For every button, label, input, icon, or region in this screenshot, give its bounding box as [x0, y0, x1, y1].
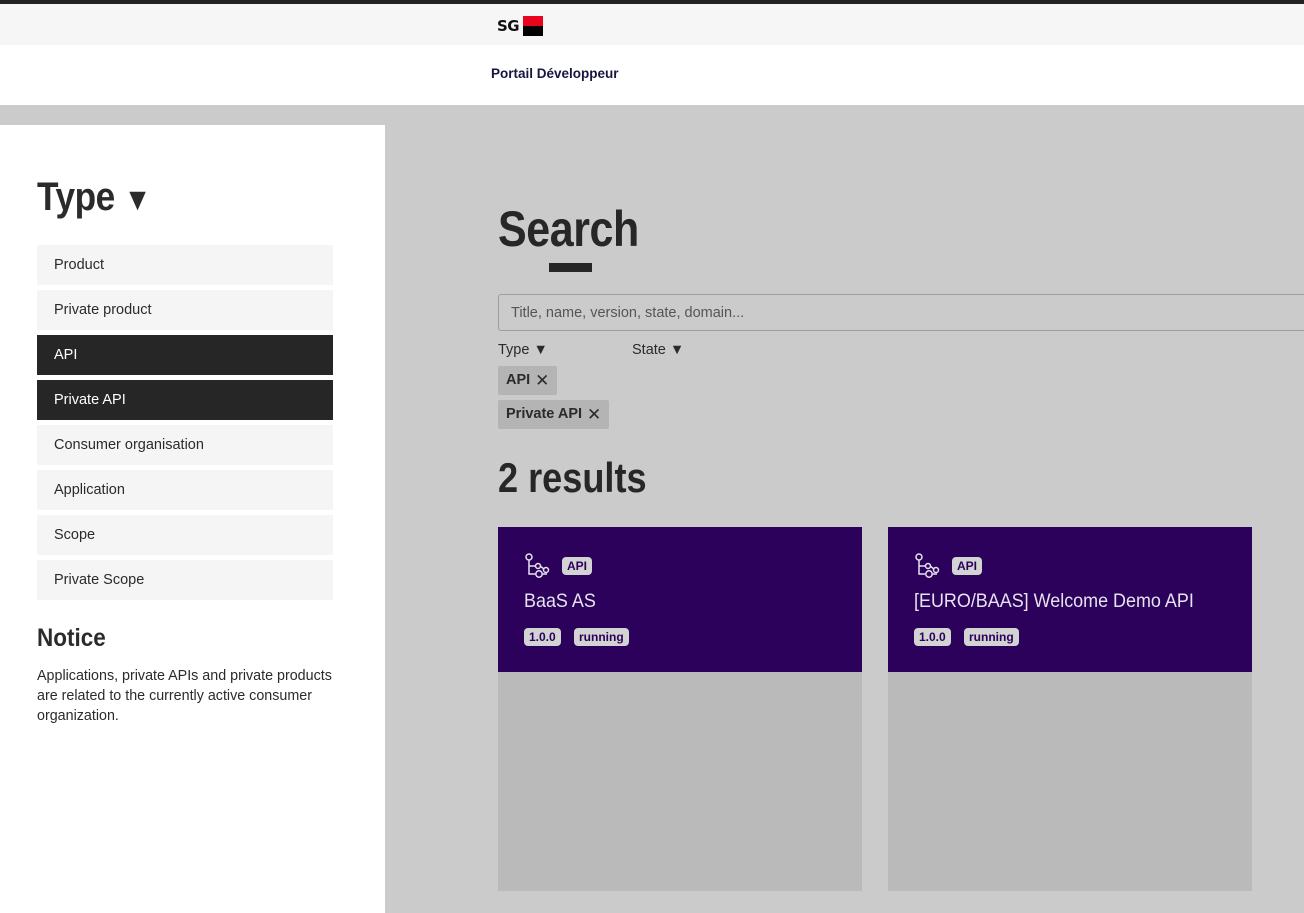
type-list: Product Private product API Private API … — [37, 245, 333, 605]
title-underline — [549, 263, 592, 272]
notice-text: Applications, private APIs and private p… — [37, 668, 332, 724]
type-item-scope[interactable]: Scope — [37, 515, 333, 555]
search-input[interactable] — [498, 294, 1304, 331]
api-network-icon — [525, 553, 550, 578]
status-badge: running — [964, 628, 1019, 646]
type-heading-label: Type — [37, 175, 115, 219]
card-header: API BaaS AS 1.0.0 running — [498, 527, 862, 672]
type-item-api[interactable]: API — [37, 335, 333, 375]
sg-logo[interactable]: SG — [497, 14, 544, 38]
page-title: Search — [498, 201, 639, 257]
close-icon[interactable]: ✕ — [535, 366, 549, 395]
type-item-consumer-organisation[interactable]: Consumer organisation — [37, 425, 333, 465]
type-item-private-product[interactable]: Private product — [37, 290, 333, 330]
card-header: API [EURO/BAAS] Welcome Demo API 1.0.0 r… — [888, 527, 1252, 672]
logo-text: SG — [497, 17, 520, 35]
nav-bar — [0, 45, 1304, 105]
results-count: 2 results — [498, 454, 647, 501]
type-badge: API — [562, 557, 593, 575]
triangle-down-icon: ▼ — [123, 181, 152, 217]
type-heading[interactable]: Type ▼ — [37, 175, 151, 220]
type-item-private-api[interactable]: Private API — [37, 380, 333, 420]
status-badge: running — [574, 628, 629, 646]
version-badge: 1.0.0 — [524, 628, 561, 646]
filter-sidebar: Type ▼ Product Private product API Privat… — [0, 125, 385, 913]
type-item-application[interactable]: Application — [37, 470, 333, 510]
state-filter-toggle[interactable]: State ▼ — [632, 342, 684, 358]
card-title: [EURO/BAAS] Welcome Demo API — [914, 590, 1194, 612]
card-title: BaaS AS — [524, 590, 596, 612]
chip-label: API — [506, 372, 531, 388]
sg-flag-icon — [523, 16, 544, 36]
type-filter-toggle[interactable]: Type ▼ — [498, 342, 548, 358]
portal-title[interactable]: Portail Développeur — [491, 66, 619, 81]
type-item-product[interactable]: Product — [37, 245, 333, 285]
result-card[interactable]: API BaaS AS 1.0.0 running — [498, 527, 862, 891]
version-badge: 1.0.0 — [914, 628, 951, 646]
chip-label: Private API — [506, 406, 583, 422]
close-icon[interactable]: ✕ — [587, 400, 601, 429]
type-item-private-scope[interactable]: Private Scope — [37, 560, 333, 600]
result-card[interactable]: API [EURO/BAAS] Welcome Demo API 1.0.0 r… — [888, 527, 1252, 891]
brand-bar: SG — [0, 4, 1304, 45]
notice-title: Notice — [37, 624, 106, 652]
filter-chip-api: API ✕ — [498, 366, 558, 395]
type-badge: API — [952, 557, 983, 575]
api-network-icon — [915, 553, 940, 578]
filter-chip-private-api: Private API ✕ — [498, 400, 610, 429]
